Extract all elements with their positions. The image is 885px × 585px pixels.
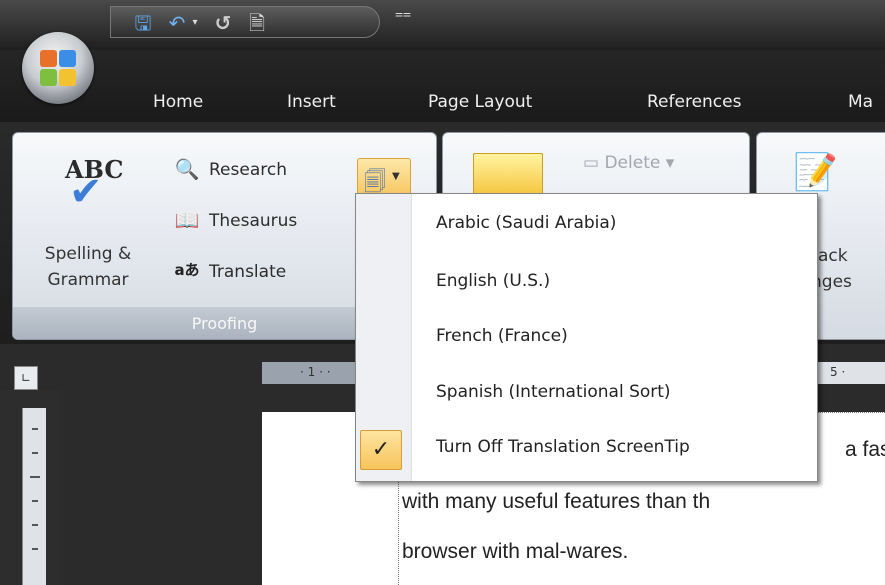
ruler-tick: [32, 452, 38, 454]
vertical-ruler[interactable]: [22, 408, 46, 585]
checkmark-icon: ✔: [69, 169, 103, 215]
undo-icon[interactable]: ↶: [165, 11, 189, 35]
translate-label: Translate: [209, 262, 287, 282]
document-text-line[interactable]: browser with mal-wares.: [402, 540, 628, 564]
translate-icon: aあ: [174, 261, 200, 279]
ruler-tick: [32, 524, 38, 526]
chevron-down-icon: ▼: [392, 171, 400, 182]
ribbon-tabs: Home Insert Page Layout References Ma: [0, 50, 885, 122]
track-changes-icon: 📝: [793, 152, 838, 193]
new-comment-icon[interactable]: [473, 153, 543, 198]
menu-item-spanish[interactable]: Spanish (International Sort): [356, 367, 817, 421]
menu-item-label: French (France): [436, 326, 568, 346]
ruler-mark-1: · 1 · ·: [300, 365, 331, 379]
tab-references[interactable]: References: [647, 92, 741, 112]
spelling-grammar-button[interactable]: ABC ✔ Spelling & Grammar: [13, 133, 158, 303]
quick-access-toolbar: 🖫 ↶ ▾ ↺ 🗎: [110, 6, 380, 38]
thesaurus-icon: 📖: [174, 208, 200, 232]
tab-page-layout[interactable]: Page Layout: [428, 92, 532, 112]
document-text-line[interactable]: a fas: [845, 438, 885, 462]
research-button[interactable]: 🔍 Research: [173, 155, 353, 187]
research-label: Research: [209, 160, 287, 180]
office-logo-icon: [40, 50, 76, 86]
menu-item-arabic[interactable]: Arabic (Saudi Arabia): [356, 198, 817, 252]
tab-mailings[interactable]: Ma: [848, 92, 873, 112]
title-bar: 🖫 ↶ ▾ ↺ 🗎 ⩵: [0, 0, 885, 50]
translate-button[interactable]: aあ Translate: [173, 257, 353, 289]
menu-item-turn-off-screentip[interactable]: ✓ Turn Off Translation ScreenTip: [356, 422, 817, 476]
menu-item-label: Arabic (Saudi Arabia): [436, 213, 617, 233]
thesaurus-label: Thesaurus: [209, 211, 298, 231]
research-icon: 🔍: [174, 157, 200, 181]
menu-item-english[interactable]: English (U.S.): [356, 256, 817, 310]
menu-item-label: Spanish (International Sort): [436, 382, 671, 402]
menu-item-label: Turn Off Translation ScreenTip: [436, 437, 690, 457]
spelling-label-line-2: Grammar: [47, 270, 129, 290]
undo-dropdown-icon[interactable]: ▾: [189, 11, 201, 35]
office-button[interactable]: [22, 32, 94, 104]
checkmark-icon: ✓: [371, 437, 391, 462]
ruler-tick: [32, 500, 38, 502]
ruler-tick: [30, 476, 40, 478]
document-text-line[interactable]: with many useful features than th: [402, 490, 710, 514]
translation-language-menu: Arabic (Saudi Arabia) English (U.S.) Fre…: [355, 193, 818, 482]
redo-icon[interactable]: ↺: [211, 11, 235, 35]
delete-label: Delete: [604, 153, 661, 173]
tab-home[interactable]: Home: [153, 92, 203, 112]
checked-indicator: ✓: [360, 430, 402, 470]
ruler-tick: [32, 548, 38, 550]
tab-insert[interactable]: Insert: [287, 92, 336, 112]
customize-qat-icon[interactable]: ⩵: [395, 6, 411, 22]
thesaurus-button[interactable]: 📖 Thesaurus: [173, 206, 353, 238]
tab-selector-button[interactable]: ∟: [14, 366, 38, 390]
ruler-mark-5: 5 ·: [830, 365, 846, 379]
menu-item-label: English (U.S.): [436, 271, 551, 291]
spelling-grammar-label: Spelling & Grammar: [13, 241, 163, 293]
menu-item-french[interactable]: French (France): [356, 311, 817, 365]
translation-screentip-button[interactable]: 🗐 ▼: [357, 158, 411, 198]
print-preview-icon[interactable]: 🗎: [245, 11, 269, 35]
delete-comment-button[interactable]: ▭ Delete ▾: [583, 153, 674, 173]
save-icon[interactable]: 🖫: [131, 11, 155, 35]
spelling-label-line-1: Spelling &: [44, 244, 132, 264]
ruler-tick: [32, 428, 38, 430]
